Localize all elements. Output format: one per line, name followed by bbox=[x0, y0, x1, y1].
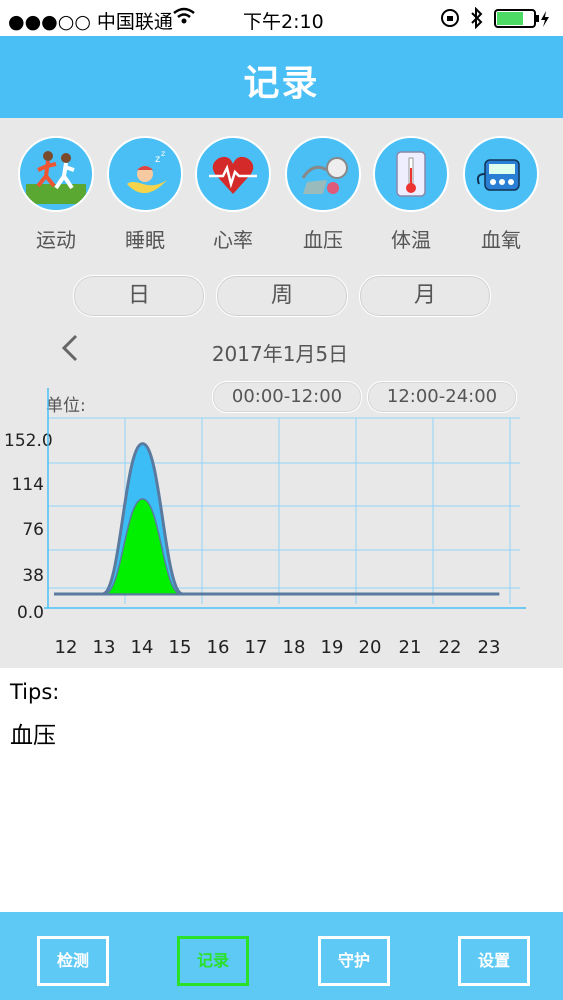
carrier-label: ●●●○○ 中国联通 bbox=[8, 11, 173, 33]
tab-settings[interactable]: 设置 bbox=[458, 936, 530, 986]
svg-text:z: z bbox=[155, 154, 160, 165]
oximeter-icon bbox=[463, 136, 539, 212]
x-tick-label: 23 bbox=[477, 637, 501, 658]
blood-pressure-chart bbox=[44, 388, 526, 609]
tips-section: Tips: 血压 bbox=[0, 668, 563, 912]
category-label: 体温 bbox=[391, 228, 431, 252]
x-tick-label: 13 bbox=[92, 637, 116, 658]
lock-rotation-icon bbox=[440, 8, 460, 33]
category-blood-oxygen[interactable]: 血氧 bbox=[463, 136, 539, 253]
x-tick-label: 20 bbox=[358, 637, 382, 658]
tips-title: Tips: bbox=[10, 680, 60, 704]
blood-pressure-icon bbox=[285, 136, 361, 212]
app-header: 记录 bbox=[0, 36, 563, 118]
tab-guard[interactable]: 守护 bbox=[318, 936, 390, 986]
current-date: 2017年1月5日 bbox=[211, 342, 349, 366]
x-tick-label: 14 bbox=[130, 637, 154, 658]
x-tick-label: 16 bbox=[206, 637, 230, 658]
x-tick-label: 22 bbox=[438, 637, 462, 658]
category-label: 血氧 bbox=[481, 228, 521, 252]
tab-detect[interactable]: 检测 bbox=[37, 936, 109, 986]
running-icon bbox=[18, 136, 94, 212]
category-label: 运动 bbox=[36, 228, 76, 252]
chevron-left-icon[interactable] bbox=[60, 333, 80, 371]
page-title: 记录 bbox=[243, 63, 320, 104]
tab-records[interactable]: 记录 bbox=[177, 936, 249, 986]
category-sleep[interactable]: zz 睡眠 bbox=[107, 136, 183, 253]
status-time: 下午2:10 bbox=[243, 11, 324, 33]
tab-week[interactable]: 周 bbox=[216, 275, 348, 317]
thermometer-icon bbox=[373, 136, 449, 212]
battery-icon bbox=[494, 9, 550, 34]
x-tick-label: 18 bbox=[282, 637, 306, 658]
status-bar: ●●●○○ 中国联通 下午2:10 bbox=[0, 0, 563, 36]
category-label: 血压 bbox=[303, 228, 343, 252]
bluetooth-icon bbox=[470, 6, 484, 34]
x-tick-label: 15 bbox=[168, 637, 192, 658]
wifi-icon bbox=[172, 6, 196, 31]
svg-text:z: z bbox=[161, 149, 165, 158]
category-heart-rate[interactable]: 心率 bbox=[195, 136, 271, 253]
x-tick-label: 19 bbox=[320, 637, 344, 658]
category-label: 心率 bbox=[213, 228, 253, 252]
x-tick-label: 21 bbox=[398, 637, 422, 658]
x-tick-label: 17 bbox=[244, 637, 268, 658]
tips-body: 血压 bbox=[10, 723, 56, 749]
category-exercise[interactable]: 运动 bbox=[18, 136, 94, 253]
bottom-tab-bar: 检测 记录 守护 设置 bbox=[0, 912, 563, 1000]
heart-icon bbox=[195, 136, 271, 212]
category-temperature[interactable]: 体温 bbox=[373, 136, 449, 253]
x-tick-label: 12 bbox=[54, 637, 78, 658]
category-label: 睡眠 bbox=[125, 228, 165, 252]
tab-month[interactable]: 月 bbox=[359, 275, 491, 317]
record-content: 运动 zz 睡眠 心率 血压 体温 血氧 日 周 月 20 17年1月5日 单位:… bbox=[0, 118, 563, 668]
category-blood-pressure[interactable]: 血压 bbox=[285, 136, 361, 253]
sleep-icon: zz bbox=[107, 136, 183, 212]
tab-day[interactable]: 日 bbox=[73, 275, 205, 317]
